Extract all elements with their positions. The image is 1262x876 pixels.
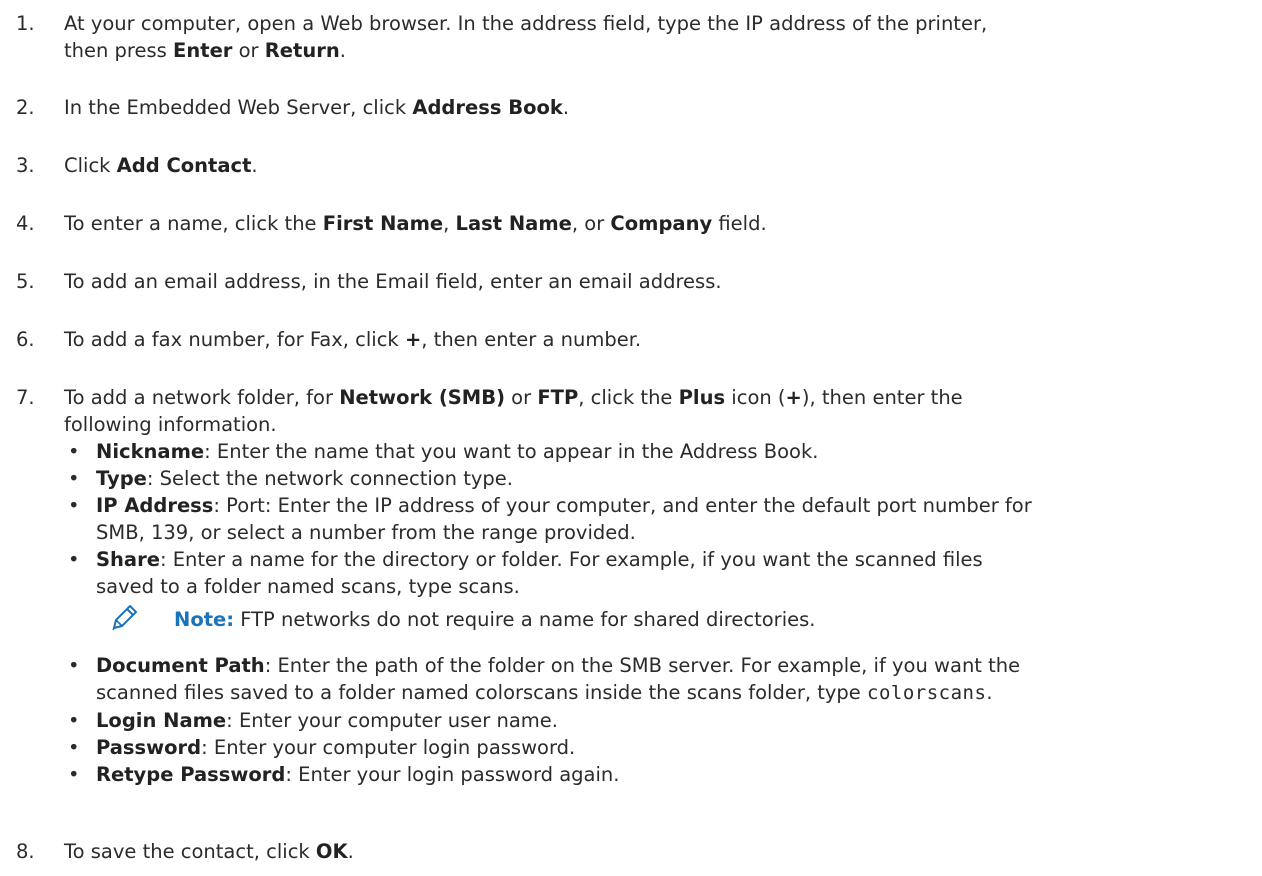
bullet-icon: • (68, 763, 80, 786)
bullet-icon: • (68, 440, 80, 463)
term: Share (96, 548, 160, 571)
key-enter: Enter (173, 39, 233, 62)
ui-add-contact: Add Contact (116, 154, 252, 177)
term: IP Address (96, 494, 214, 517)
term: Type (96, 467, 147, 490)
bullet-icon: • (68, 654, 80, 677)
step-text: At your computer, open a Web browser. In… (64, 12, 988, 62)
step-4: 4. To enter a name, click the First Name… (0, 210, 1244, 237)
step-7: 7. To add a network folder, for Network … (0, 384, 1244, 438)
list-item: • Password: Enter your computer login pa… (68, 736, 576, 759)
note-text: Note: FTP networks do not require a name… (174, 608, 816, 631)
step-2: 2. In the Embedded Web Server, click Add… (0, 94, 1244, 121)
step-3: 3. Click Add Contact. (0, 152, 1244, 179)
term: Document Path (96, 654, 265, 677)
ui-address-book: Address Book (412, 96, 563, 119)
step-text: Click Add Contact. (64, 154, 258, 177)
ui-ftp: FTP (537, 386, 579, 409)
bullet-list-a: • Nickname: Enter the name that you want… (64, 438, 1244, 600)
list-item: • Retype Password: Enter your login pass… (68, 763, 620, 786)
step-number: 8. (16, 840, 35, 863)
term: Retype Password (96, 763, 286, 786)
note-callout: Note: FTP networks do not require a name… (110, 605, 816, 633)
step-8: 8. To save the contact, click OK. (0, 838, 1244, 865)
key-return: Return (264, 39, 340, 62)
list-item: • Type: Select the network connection ty… (68, 467, 514, 490)
step-number: 4. (16, 212, 35, 235)
bullet-icon: • (68, 736, 80, 759)
step-number: 6. (16, 328, 35, 351)
ui-first-name: First Name (322, 212, 444, 235)
ui-plus: + (404, 328, 422, 351)
code-text: colorscans (867, 682, 987, 704)
step-text: To save the contact, click OK. (64, 840, 354, 863)
step-number: 7. (16, 386, 35, 409)
step-text: To add an email address, in the Email fi… (64, 270, 722, 293)
ui-plus-label: Plus (678, 386, 726, 409)
step-text: To add a network folder, for Network (SM… (64, 386, 963, 436)
ui-last-name: Last Name (455, 212, 572, 235)
term: Nickname (96, 440, 205, 463)
ui-plus-symbol: + (785, 386, 802, 409)
bullet-list-b: • Document Path: Enter the path of the f… (64, 652, 1244, 788)
bullet-icon: • (68, 494, 80, 517)
list-item: • Document Path: Enter the path of the f… (68, 654, 1021, 704)
list-item: • Nickname: Enter the name that you want… (68, 440, 819, 463)
pencil-icon (110, 602, 138, 632)
bullet-icon: • (68, 709, 80, 732)
bullet-icon: • (68, 467, 80, 490)
step-number: 3. (16, 154, 35, 177)
list-item: • Login Name: Enter your computer user n… (68, 709, 558, 732)
step-text: In the Embedded Web Server, click Addres… (64, 96, 570, 119)
ui-ok: OK (315, 840, 348, 863)
list-item: • IP Address: Port: Enter the IP address… (68, 494, 1032, 544)
step-1: 1. At your computer, open a Web browser.… (0, 10, 1244, 64)
term: Password (96, 736, 202, 759)
step-5: 5. To add an email address, in the Email… (0, 268, 1244, 295)
ui-company: Company (610, 212, 713, 235)
step-text: To enter a name, click the First Name, L… (64, 212, 767, 235)
list-item: • Share: Enter a name for the directory … (68, 548, 983, 598)
step-text: To add a fax number, for Fax, click +, t… (64, 328, 642, 351)
bullet-icon: • (68, 548, 80, 571)
note-label: Note: (174, 608, 235, 631)
term: Login Name (96, 709, 227, 732)
ui-network-smb: Network (SMB) (339, 386, 505, 409)
step-number: 5. (16, 270, 35, 293)
step-6: 6. To add a fax number, for Fax, click +… (0, 326, 1244, 353)
step-number: 2. (16, 96, 35, 119)
step-number: 1. (16, 12, 35, 35)
